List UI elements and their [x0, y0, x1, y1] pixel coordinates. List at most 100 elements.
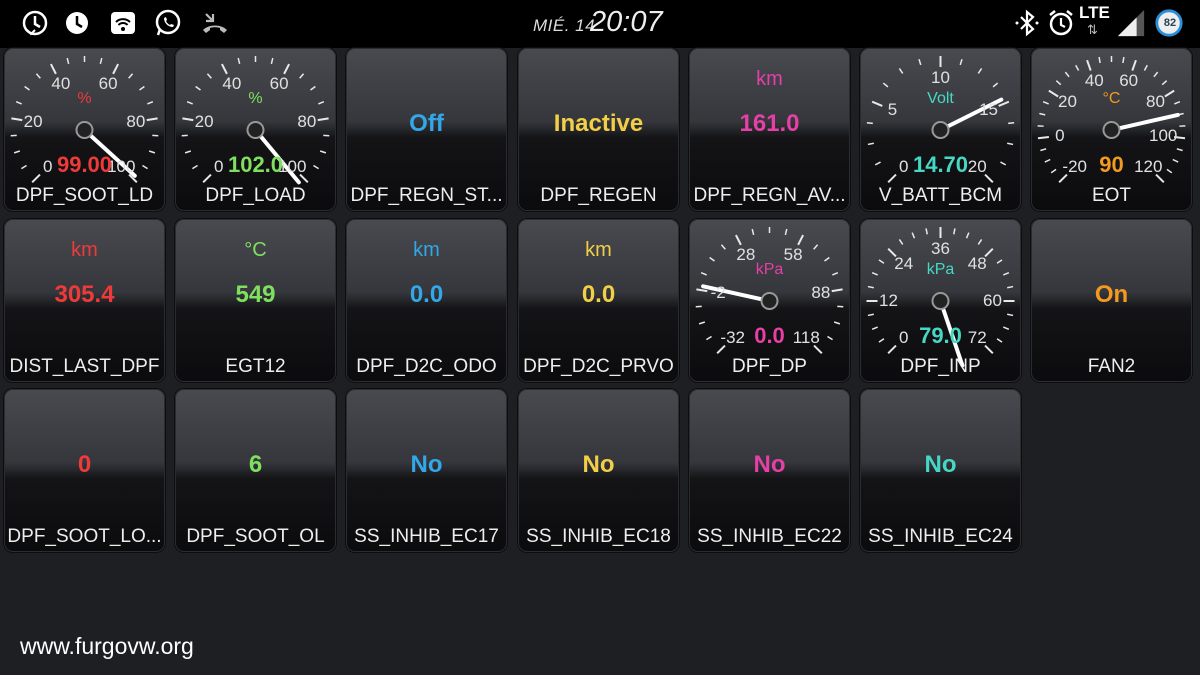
minor-tick: [1098, 56, 1101, 64]
gauge-unit: kPa: [926, 261, 955, 278]
tile-unit: km: [71, 239, 98, 261]
tile-label: SS_INHIB_EC18: [526, 526, 671, 547]
gauge-tick-label: 5: [887, 100, 898, 120]
minor-tick: [898, 239, 904, 245]
minor-tick: [186, 100, 193, 105]
minor-tick: [148, 150, 156, 154]
tile-value: No: [753, 451, 786, 478]
gauge-tile-dpf-load[interactable]: 0 20 40 60 80 100% 102.0 DPF_LOAD: [175, 48, 336, 211]
watermark: www.furgovw.org: [20, 633, 194, 659]
tile-value: 0.0: [581, 281, 616, 308]
minor-tick: [99, 57, 103, 65]
gauge-tick-label: 60: [1119, 70, 1139, 90]
gauge-hub: [931, 121, 950, 139]
tile-label: DPF_REGN_ST...: [350, 185, 503, 206]
gauge-tile-dpf-d2c-odo[interactable]: km 0.0 DPF_D2C_ODO: [346, 219, 507, 382]
gauge-hub: [246, 121, 265, 139]
minor-tick: [874, 161, 881, 166]
tile-label: FAN2: [1087, 356, 1136, 377]
gauge-tick-label: 88: [811, 282, 831, 302]
gauge-tile-ss-inhib-ec22[interactable]: No SS_INHIB_EC22: [689, 389, 850, 552]
tile-unit: km: [756, 68, 783, 90]
gauge-tick-label: 20: [194, 111, 214, 131]
gauge-value: 90: [1099, 152, 1124, 177]
minor-tick: [918, 58, 922, 66]
gauge-tick-label: 60: [983, 291, 1002, 310]
tile-value: Off: [409, 110, 444, 137]
gauge-hub: [931, 292, 950, 310]
minor-tick: [751, 228, 755, 236]
minor-tick: [270, 57, 274, 65]
gauge-unit: kPa: [755, 261, 784, 278]
tile-unit: km: [585, 239, 612, 261]
gauge-tile-dpf-dp[interactable]: -32 -2 28 58 88 118 kPa 0.0 DPF_DP: [689, 219, 850, 382]
tile-label: DPF_D2C_PRVO: [523, 356, 674, 377]
minor-tick: [1044, 158, 1051, 163]
gauge-tick-label: -2: [710, 282, 726, 302]
minor-tick: [1122, 56, 1125, 64]
minor-tick: [318, 100, 325, 105]
tile-value: No: [582, 451, 615, 478]
gauge-tile-dpf-soot-ol[interactable]: 6 DPF_SOOT_OL: [175, 389, 336, 552]
gauge-tick-label: 80: [297, 111, 317, 131]
tile-label: DPF_DP: [732, 356, 807, 377]
gauge-tick-label: 100: [1148, 125, 1178, 145]
minor-tick: [66, 57, 70, 65]
tile-unit: km: [413, 239, 440, 261]
gauge-tile-ss-inhib-ec24[interactable]: No SS_INHIB_EC24: [860, 389, 1021, 552]
tile-value: 6: [248, 451, 263, 478]
major-tick: [283, 63, 290, 75]
gauge-tile-dpf-regen[interactable]: Inactive DPF_REGEN: [518, 48, 679, 211]
minor-tick: [1039, 112, 1046, 116]
minor-tick: [299, 73, 305, 79]
gauge-tile-dpf-regn-st[interactable]: Off DPF_REGN_ST...: [346, 48, 507, 211]
gauge-hub: [760, 292, 779, 310]
minor-tick: [784, 228, 788, 236]
gauge-tile-dist-last-dpf[interactable]: km 305.4 DIST_LAST_DPF: [4, 219, 165, 382]
minor-tick: [832, 271, 839, 276]
minor-tick: [1007, 142, 1014, 146]
gauge-tile-ss-inhib-ec17[interactable]: No SS_INHIB_EC17: [346, 389, 507, 552]
minor-tick: [184, 150, 192, 154]
gauge-tile-dpf-regn-av[interactable]: km 161.0 DPF_REGN_AV...: [689, 48, 850, 211]
minor-tick: [1055, 80, 1062, 86]
minor-tick: [965, 232, 970, 239]
minor-tick: [959, 58, 963, 66]
gauge-tile-eot[interactable]: -20 0 20 40 60 80 100 120 °C 90 EOT: [1031, 48, 1192, 211]
minor-tick: [206, 73, 212, 79]
minor-tick: [911, 232, 916, 239]
minor-tick: [977, 239, 983, 245]
minor-tick: [24, 85, 30, 91]
tile-label: DPF_SOOT_LD: [15, 185, 154, 206]
minor-tick: [1003, 326, 1010, 331]
tile-value: 0.0: [409, 281, 444, 308]
minor-tick: [1040, 148, 1047, 152]
tile-label: SS_INHIB_EC17: [354, 526, 499, 547]
minor-tick: [867, 142, 874, 146]
tile-label: DPF_SOOT_LO...: [7, 526, 162, 547]
minor-tick: [237, 57, 241, 65]
gauge-tile-dpf-d2c-prvo[interactable]: km 0.0 DPF_D2C_PRVO: [518, 219, 679, 382]
tile-value: 161.0: [739, 110, 800, 137]
gauge-tile-dpf-soot-lo[interactable]: 0 DPF_SOOT_LO...: [4, 389, 165, 552]
minor-tick: [898, 68, 904, 74]
gauge-tick-label: 20: [23, 111, 43, 131]
major-tick: [1086, 59, 1092, 71]
minor-tick: [833, 321, 841, 325]
gauge-tile-ss-inhib-ec18[interactable]: No SS_INHIB_EC18: [518, 389, 679, 552]
gauge-tile-egt12[interactable]: °C 549 EGT12: [175, 219, 336, 382]
minor-tick: [1153, 71, 1159, 78]
gauge-tile-fan2[interactable]: On FAN2: [1031, 219, 1192, 382]
minor-tick: [925, 228, 928, 235]
gauge-tile-dpf-inp[interactable]: 0 12 24 36 48 60 72 kPa 79.0 DPF_INP: [860, 219, 1021, 382]
minor-tick: [1143, 64, 1148, 71]
minor-tick: [996, 259, 1003, 264]
gauge-tile-v-batt-bcm[interactable]: 0 5 10 15 20 Volt 14.70 V_BATT_BCM: [860, 48, 1021, 211]
minor-tick: [1007, 285, 1014, 289]
tile-label: EGT12: [225, 356, 286, 377]
minor-tick: [21, 164, 27, 170]
minor-tick: [142, 164, 148, 170]
minor-tick: [709, 256, 715, 262]
tile-label: DPF_REGN_AV...: [693, 185, 846, 206]
gauge-tile-dpf-soot-ld[interactable]: 0 20 40 60 80 100% 99.00 DPF_SOOT_LD: [4, 48, 165, 211]
